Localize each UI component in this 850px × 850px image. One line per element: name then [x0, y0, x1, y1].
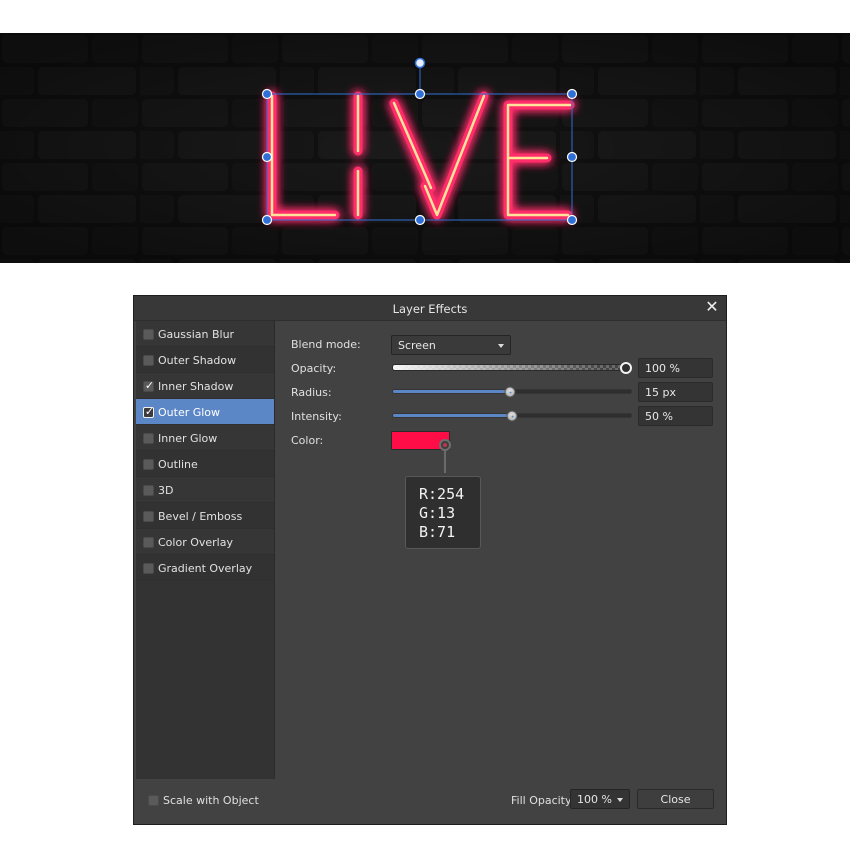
chevron-down-icon: [617, 798, 623, 802]
effect-settings-panel: Blend mode: Screen Opacity: 100 % Radius…: [276, 321, 726, 779]
radius-input[interactable]: 15 px: [638, 382, 713, 402]
blend-mode-dropdown[interactable]: Screen: [391, 335, 511, 355]
effect-label: Bevel / Emboss: [158, 510, 243, 523]
resize-handle[interactable]: [261, 214, 273, 226]
dialog-titlebar[interactable]: Layer Effects ✕: [134, 296, 726, 321]
intensity-input[interactable]: 50 %: [638, 406, 713, 426]
effect-item-gaussian-blur[interactable]: Gaussian Blur: [136, 321, 274, 347]
green-value: G:13: [419, 504, 456, 522]
radius-slider-handle[interactable]: [504, 386, 516, 397]
effect-checkbox[interactable]: [143, 433, 154, 444]
effect-label: Color Overlay: [158, 536, 233, 549]
blend-mode-label: Blend mode:: [291, 338, 361, 351]
effect-label: Gradient Overlay: [158, 562, 253, 575]
effect-checkbox[interactable]: [143, 485, 154, 496]
chevron-down-icon: [498, 344, 504, 348]
resize-handle[interactable]: [261, 151, 273, 163]
blue-value: B:71: [419, 523, 456, 541]
scale-with-object-label[interactable]: Scale with Object: [163, 794, 259, 807]
effect-label: Gaussian Blur: [158, 328, 235, 341]
color-values-tooltip: R:254 G:13 B:71: [405, 476, 481, 549]
checkmark-icon: ✓: [144, 405, 155, 418]
effect-item-inner-shadow[interactable]: ✓ Inner Shadow: [136, 373, 274, 399]
scale-with-object-checkbox[interactable]: [148, 795, 159, 806]
checkmark-icon: ✓: [144, 379, 155, 392]
effect-label: Outer Glow: [158, 406, 221, 419]
resize-handle[interactable]: [261, 88, 273, 100]
effect-checkbox[interactable]: [143, 537, 154, 548]
rotate-handle[interactable]: [414, 57, 426, 69]
fill-opacity-dropdown[interactable]: 100 %: [570, 789, 630, 809]
effect-label: 3D: [158, 484, 174, 497]
effect-checkbox[interactable]: [143, 459, 154, 470]
effect-checkbox[interactable]: [143, 563, 154, 574]
effect-item-outer-glow[interactable]: ✓ Outer Glow: [136, 399, 274, 425]
effect-checkbox[interactable]: [143, 329, 154, 340]
effect-label: Inner Shadow: [158, 380, 234, 393]
dialog-title: Layer Effects: [392, 302, 468, 316]
close-icon[interactable]: ✕: [704, 299, 720, 315]
blend-mode-value: Screen: [398, 339, 436, 352]
dialog-footer: Scale with Object Fill Opacity: 100 % Cl…: [134, 778, 726, 824]
effect-label: Outline: [158, 458, 198, 471]
fill-opacity-label: Fill Opacity:: [511, 794, 575, 807]
color-picker-pin-icon[interactable]: [439, 439, 451, 451]
radius-label: Radius:: [291, 386, 332, 399]
effect-checkbox[interactable]: [143, 511, 154, 522]
effect-item-bevel-emboss[interactable]: Bevel / Emboss: [136, 503, 274, 529]
resize-handle[interactable]: [566, 151, 578, 163]
effect-checkbox[interactable]: ✓: [143, 379, 155, 392]
opacity-input[interactable]: 100 %: [638, 358, 713, 378]
resize-handle[interactable]: [414, 214, 426, 226]
radius-slider[interactable]: [392, 386, 632, 397]
opacity-label: Opacity:: [291, 362, 337, 375]
intensity-slider-handle[interactable]: [506, 410, 518, 421]
effect-label: Outer Shadow: [158, 354, 237, 367]
intensity-label: Intensity:: [291, 410, 342, 423]
effect-item-inner-glow[interactable]: Inner Glow: [136, 425, 274, 451]
intensity-slider[interactable]: [392, 410, 632, 421]
color-label: Color:: [291, 434, 324, 447]
resize-handle[interactable]: [414, 88, 426, 100]
neon-artwork: [0, 33, 850, 263]
layer-effects-dialog: Layer Effects ✕ Gaussian Blur Outer Shado…: [133, 295, 727, 825]
effect-item-outer-shadow[interactable]: Outer Shadow: [136, 347, 274, 373]
effect-item-3d[interactable]: 3D: [136, 477, 274, 503]
fill-opacity-value: 100 %: [577, 793, 612, 806]
effect-checkbox[interactable]: ✓: [143, 405, 155, 418]
effect-checkbox[interactable]: [143, 355, 154, 366]
red-value: R:254: [419, 485, 465, 503]
effect-label: Inner Glow: [158, 432, 218, 445]
effect-item-outline[interactable]: Outline: [136, 451, 274, 477]
opacity-slider[interactable]: [392, 361, 632, 374]
effects-list: Gaussian Blur Outer Shadow ✓ Inner Shadow ✓ O…: [136, 321, 275, 779]
tooltip-connector: [444, 451, 446, 473]
close-button[interactable]: Close: [637, 789, 714, 809]
effect-item-color-overlay[interactable]: Color Overlay: [136, 529, 274, 555]
effect-item-gradient-overlay[interactable]: Gradient Overlay: [136, 555, 274, 581]
canvas-preview[interactable]: [0, 33, 850, 263]
opacity-slider-handle[interactable]: [620, 361, 632, 374]
resize-handle[interactable]: [566, 214, 578, 226]
resize-handle[interactable]: [566, 88, 578, 100]
